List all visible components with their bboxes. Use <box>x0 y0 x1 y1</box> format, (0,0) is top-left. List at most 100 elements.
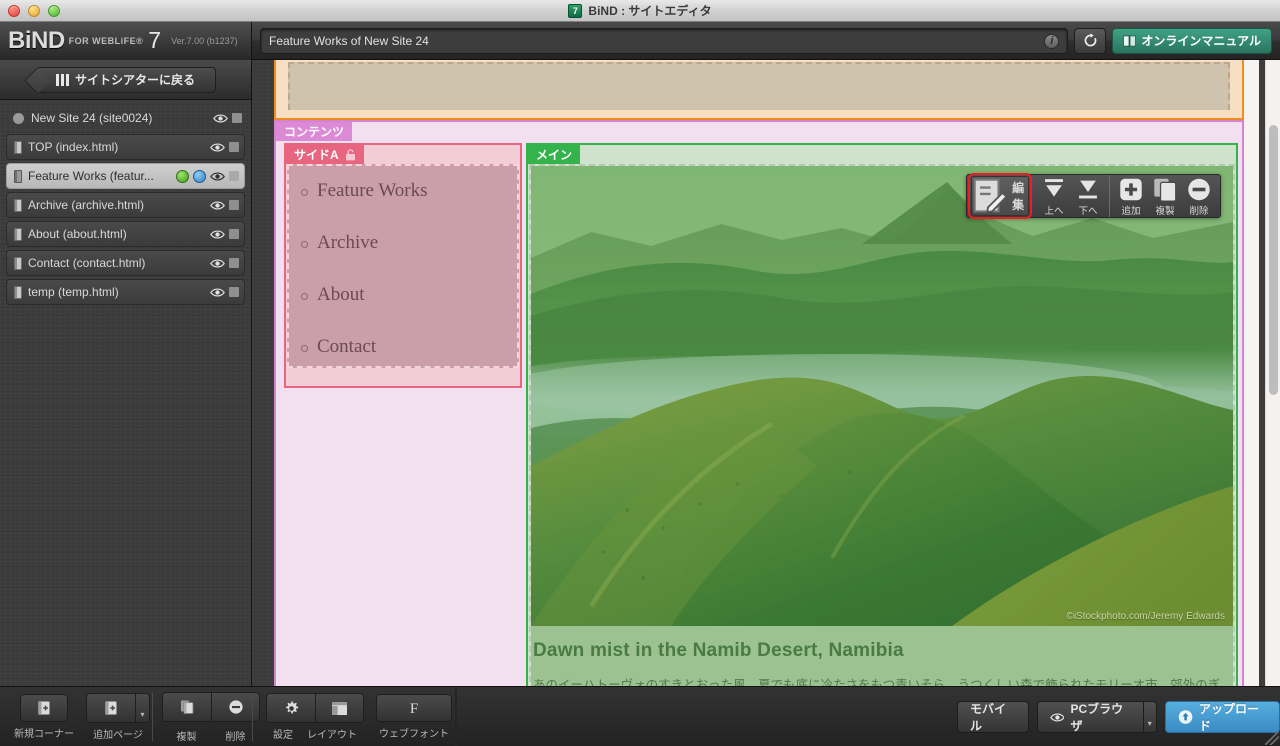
new-corner-button[interactable] <box>20 694 68 722</box>
page-file-icon <box>14 256 22 270</box>
eye-icon[interactable] <box>210 142 225 153</box>
online-manual-button[interactable]: オンラインマニュアル <box>1112 27 1272 54</box>
photo-caption-block[interactable]: Dawn mist in the Namib Desert, Namibia あ… <box>531 626 1233 686</box>
new-corner-item[interactable]: 新規コーナー <box>14 694 74 740</box>
eye-icon[interactable] <box>210 258 225 269</box>
side-nav-item[interactable]: Feature Works <box>301 180 517 202</box>
page-info-icon[interactable] <box>176 169 189 183</box>
page-settings-icon[interactable] <box>193 169 206 183</box>
eye-icon[interactable] <box>210 229 225 240</box>
window-title: 7 BiND : サイトエディタ <box>568 2 712 19</box>
page-row-selected[interactable]: Feature Works (featur... <box>6 163 245 189</box>
unlock-icon[interactable] <box>345 148 356 161</box>
page-row-label: Feature Works (featur... <box>28 169 154 183</box>
side-nav-item[interactable]: About <box>301 284 517 306</box>
logo-wordmark: BiND <box>8 26 65 54</box>
header-block-region[interactable] <box>274 60 1244 120</box>
page-list[interactable]: New Site 24 (site0024) TOP (index.html) <box>0 100 251 686</box>
edit-button[interactable]: 編集 <box>968 173 1032 219</box>
main-region[interactable]: メイン ©iStockphoto.com/Jeremy Edwards 編集 上… <box>526 143 1238 686</box>
page-lock-icon[interactable] <box>229 171 239 181</box>
minimize-window-button[interactable] <box>28 5 40 17</box>
side-nav-item[interactable]: Archive <box>301 232 517 254</box>
webfont-item[interactable]: F ウェブフォント <box>376 694 452 740</box>
page-row[interactable]: Archive (archive.html) <box>6 192 245 218</box>
window-resize-grip[interactable] <box>1265 731 1279 745</box>
duplicate-page-button[interactable] <box>163 692 211 721</box>
duplicate-block-button[interactable]: 複製 <box>1148 175 1182 217</box>
delete-block-button[interactable]: 削除 <box>1182 175 1216 217</box>
contents-block-region[interactable]: コンテンツ サイドA Feature Works Archive About C… <box>274 120 1244 686</box>
page-row-icons[interactable] <box>210 258 239 269</box>
site-root-row[interactable]: New Site 24 (site0024) <box>3 105 248 131</box>
traffic-lights[interactable] <box>8 5 60 17</box>
bottom-divider-2 <box>252 693 253 741</box>
duplicate-delete-pair[interactable] <box>162 691 260 722</box>
page-row[interactable]: temp (temp.html) <box>6 279 245 305</box>
webfont-button[interactable]: F <box>376 694 452 722</box>
page-lock-icon[interactable] <box>229 287 239 297</box>
move-down-button[interactable]: 下へ <box>1071 175 1105 217</box>
add-page-dropdown-caret[interactable]: ▾ <box>135 694 149 722</box>
page-row[interactable]: About (about.html) <box>6 221 245 247</box>
pc-browser-preview-button[interactable]: PCブラウザ <box>1037 702 1143 732</box>
page-lock-icon[interactable] <box>229 142 239 152</box>
zoom-window-button[interactable] <box>48 5 60 17</box>
add-block-button[interactable]: 追加 <box>1114 175 1148 217</box>
hero-photo[interactable]: ©iStockphoto.com/Jeremy Edwards 編集 上へ 下へ… <box>531 166 1233 626</box>
page-lock-icon[interactable] <box>229 229 239 239</box>
eye-icon[interactable] <box>210 287 225 298</box>
page-row-icons[interactable] <box>210 229 239 240</box>
add-page-button[interactable] <box>87 694 135 722</box>
site-root-icons[interactable] <box>213 113 242 124</box>
main-region-content[interactable]: ©iStockphoto.com/Jeremy Edwards 編集 上へ 下へ… <box>529 164 1235 686</box>
page-name-input[interactable]: Feature Works of New Site 24 i <box>260 27 1069 54</box>
move-down-icon <box>1079 180 1097 199</box>
settings-layout-pair[interactable] <box>266 693 364 723</box>
delete-block-label: 削除 <box>1189 206 1209 217</box>
reload-button[interactable] <box>1074 27 1107 54</box>
layout-button[interactable] <box>315 694 363 722</box>
page-row-icons[interactable] <box>210 142 239 153</box>
eye-icon[interactable] <box>213 113 228 124</box>
info-icon[interactable]: i <box>1044 33 1060 49</box>
editor-canvas[interactable]: コンテンツ サイドA Feature Works Archive About C… <box>252 60 1280 686</box>
side-nav-item[interactable]: Contact <box>301 336 517 358</box>
side-a-content[interactable]: Feature Works Archive About Contact <box>287 164 519 368</box>
add-page-item[interactable]: ▾ 追加ページ <box>86 693 150 741</box>
side-nav-list[interactable]: Feature Works Archive About Contact <box>289 166 517 358</box>
upload-button[interactable]: アップロード <box>1164 701 1280 733</box>
block-action-group[interactable]: 追加 複製 削除 <box>1109 175 1220 217</box>
page-row-icons[interactable] <box>210 200 239 211</box>
delete-page-label: 削除 <box>225 731 246 743</box>
block-edit-toolbar[interactable]: 編集 上へ 下へ 追加 複製 削除 <box>966 173 1221 219</box>
page-row-icons[interactable] <box>210 287 239 298</box>
page-row[interactable]: Contact (contact.html) <box>6 250 245 276</box>
move-button-group[interactable]: 上へ 下へ <box>1033 175 1109 217</box>
bottom-mid-group: 複製 削除 <box>162 687 260 746</box>
duplicate-icon <box>1154 178 1177 202</box>
canvas-scrollbar-thumb[interactable] <box>1269 125 1278 395</box>
move-up-button[interactable]: 上へ <box>1037 175 1071 217</box>
side-a-region[interactable]: サイドA Feature Works Archive About Contact <box>284 143 522 388</box>
add-page-control[interactable]: ▾ <box>86 693 150 723</box>
edit-button-wrap: 編集 <box>967 173 1033 219</box>
page-file-icon <box>14 169 22 183</box>
caption-body: あのイーハトーヴォのすきとおった風、夏でも底に冷たさをもつ青いそら、うつくしい森… <box>533 678 1221 686</box>
page-lock-icon[interactable] <box>229 200 239 210</box>
settings-button[interactable] <box>267 694 315 722</box>
pc-browser-dropdown-caret[interactable]: ▾ <box>1142 702 1156 732</box>
duplicate-page-item[interactable]: 複製 削除 <box>162 691 260 743</box>
canvas-scrollbar[interactable] <box>1265 60 1280 686</box>
eye-icon[interactable] <box>210 200 225 211</box>
page-lock-icon[interactable] <box>229 258 239 268</box>
book-icon <box>1123 35 1137 46</box>
page-row[interactable]: TOP (index.html) <box>6 134 245 160</box>
mobile-preview-button[interactable]: モバイル <box>957 701 1029 733</box>
lock-toggle-icon[interactable] <box>232 113 242 123</box>
back-to-site-theater-button[interactable]: サイトシアターに戻る <box>35 66 216 93</box>
close-window-button[interactable] <box>8 5 20 17</box>
page-row-icons[interactable] <box>176 169 239 183</box>
pc-browser-preview-control[interactable]: PCブラウザ ▾ <box>1036 701 1157 733</box>
eye-icon[interactable] <box>210 171 225 182</box>
